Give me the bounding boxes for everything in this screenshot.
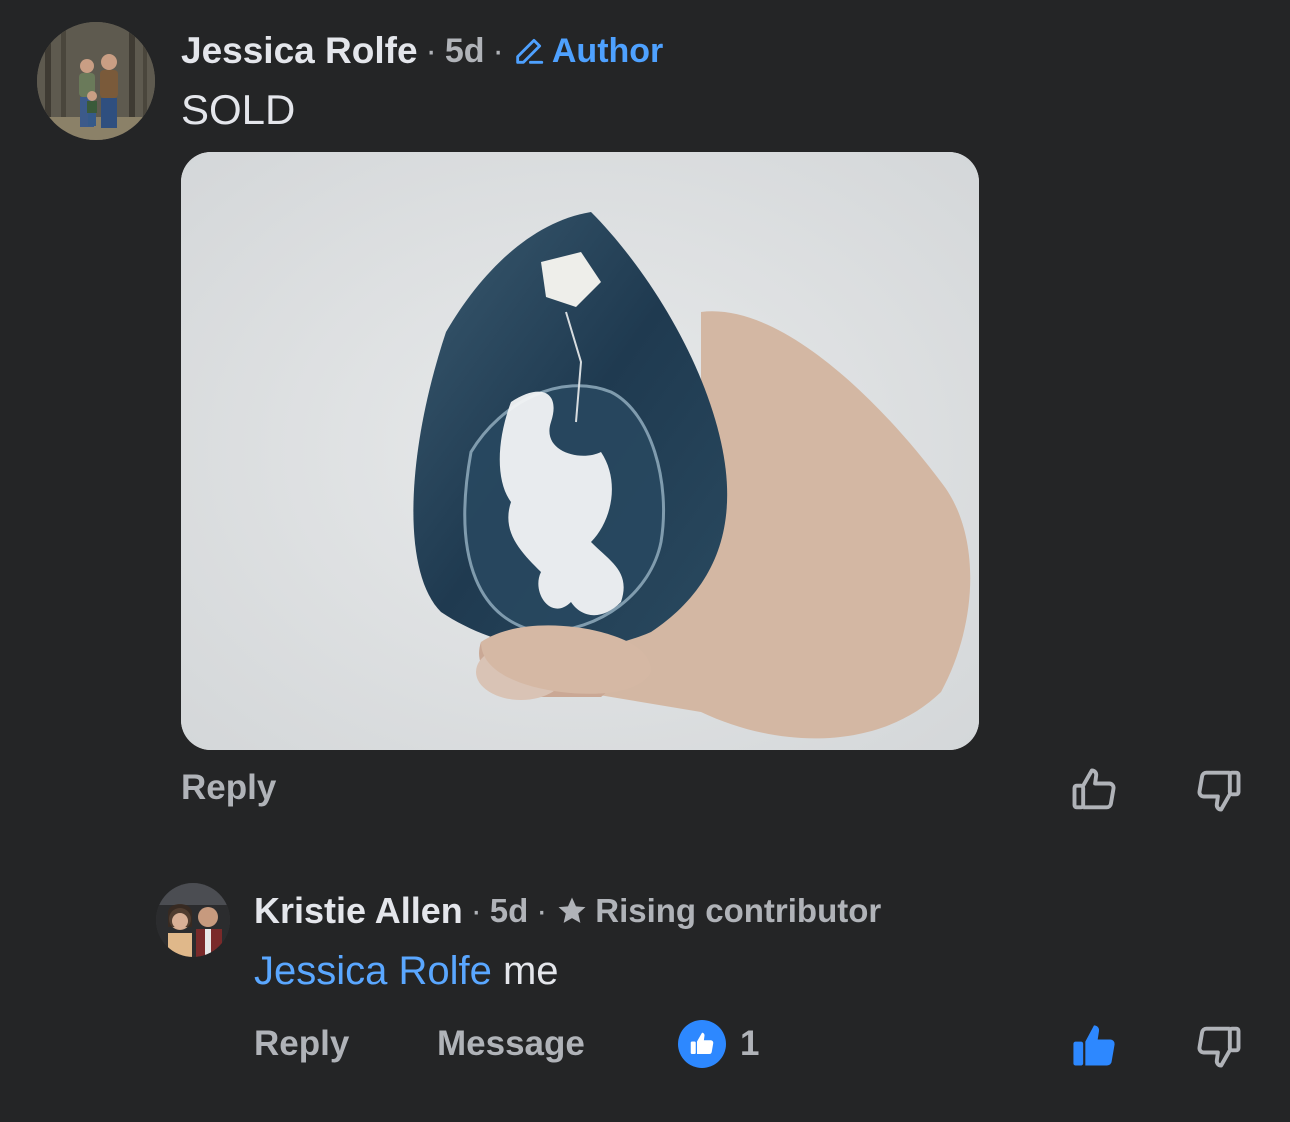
comment-thread: Jessica Rolfe · 5d · Author SOLD Reply K… [0, 0, 1290, 1122]
reply-button[interactable]: Reply [181, 768, 276, 808]
dislike-button[interactable] [1193, 1020, 1245, 1075]
separator-dot: · [425, 31, 437, 70]
comment-text: Jessica Rolfe me [254, 949, 559, 994]
avatar[interactable] [37, 22, 155, 140]
separator-dot: · [470, 892, 482, 929]
reply-button[interactable]: Reply [254, 1024, 349, 1064]
comment-photo[interactable] [181, 152, 979, 750]
author-name[interactable]: Jessica Rolfe [181, 30, 418, 72]
like-icon [1072, 768, 1116, 810]
like-button[interactable] [1068, 764, 1120, 819]
author-badge: Author [512, 32, 663, 71]
rising-contributor-badge: Rising contributor [555, 892, 881, 930]
comment-header: Jessica Rolfe · 5d · Author [181, 28, 663, 74]
comment-body: me [491, 949, 559, 993]
dislike-icon [1197, 1026, 1241, 1068]
timestamp[interactable]: 5d [445, 32, 485, 71]
like-button[interactable] [1068, 1020, 1120, 1075]
comment-header: Kristie Allen · 5d · Rising contributor [254, 888, 881, 934]
dislike-button[interactable] [1193, 764, 1245, 819]
avatar[interactable] [156, 883, 230, 957]
author-name[interactable]: Kristie Allen [254, 890, 463, 932]
separator-dot: · [536, 892, 548, 929]
pencil-icon [516, 38, 544, 64]
separator-dot: · [492, 31, 504, 70]
comment-text: SOLD [181, 86, 296, 133]
star-icon [558, 897, 586, 923]
reaction-count: 1 [740, 1024, 760, 1063]
mention-link[interactable]: Jessica Rolfe [254, 949, 492, 993]
dislike-icon [1197, 770, 1241, 812]
author-badge-label: Author [551, 31, 664, 70]
timestamp[interactable]: 5d [490, 892, 529, 930]
reaction-like-icon [678, 1020, 726, 1068]
reaction-summary[interactable]: 1 [678, 1020, 759, 1068]
badge-label: Rising contributor [595, 892, 882, 929]
like-filled-icon [1073, 1025, 1115, 1066]
message-button[interactable]: Message [437, 1024, 585, 1064]
